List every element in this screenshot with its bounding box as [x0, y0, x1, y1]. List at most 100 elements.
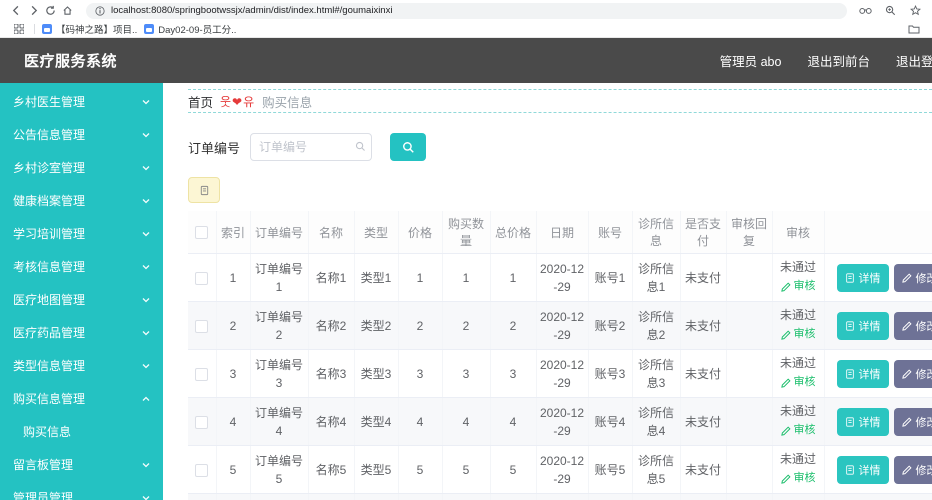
column-header: 操作 [824, 211, 932, 254]
date-cell: 2020-12-29 [536, 398, 588, 446]
row-checkbox[interactable] [195, 368, 208, 381]
order-no-cell: 订单编号4 [250, 398, 308, 446]
sidebar-item[interactable]: 乡村诊室管理 [0, 151, 163, 184]
sidebar-item[interactable]: 医疗地图管理 [0, 283, 163, 316]
bookmarks-bar: 【码神之路】项目.. Day02-09-员工分.. [0, 21, 932, 38]
order-no-label: 订单编号 [188, 138, 240, 157]
folder-icon[interactable] [905, 24, 922, 34]
row-checkbox[interactable] [195, 320, 208, 333]
edit-button[interactable]: 修改 [894, 264, 932, 292]
sidebar-item[interactable]: 留言板管理 [0, 448, 163, 481]
bookmark-item[interactable]: Day02-09-员工分.. [144, 22, 236, 36]
orders-table: 索引订单编号名称类型价格购买数量总价格日期账号诊所信息是否支付审核回复审核操作 … [188, 211, 932, 500]
edit-button[interactable]: 修改 [894, 456, 932, 484]
row-checkbox[interactable] [195, 272, 208, 285]
edit-pencil-icon [781, 474, 791, 484]
sidebar-item[interactable]: 类型信息管理 [0, 349, 163, 382]
bookmark-item[interactable]: 【码神之路】项目.. [42, 22, 137, 36]
row-checkbox[interactable] [195, 416, 208, 429]
clinic-cell: 诊所信息5 [632, 446, 680, 494]
review-reply-cell [726, 350, 772, 398]
app-header: 医疗服务系统 管理员 abo 退出到前台 退出登录 [0, 38, 932, 83]
edit-pencil-icon [781, 282, 791, 292]
sidebar-item-label: 留言板管理 [13, 456, 73, 473]
zoom-icon[interactable] [882, 5, 899, 16]
operations-cell: 详情修改 [824, 398, 932, 446]
bookmark-star-icon[interactable] [907, 5, 924, 16]
sidebar-item[interactable]: 学习培训管理 [0, 217, 163, 250]
name-cell: 名称5 [308, 446, 354, 494]
chevron-up-icon [141, 394, 151, 404]
detail-button[interactable]: 详情 [837, 456, 889, 484]
table-row: 3订单编号3名称3类型33332020-12-29账号3诊所信息3未支付未通过审… [188, 350, 932, 398]
edit-button[interactable]: 修改 [894, 360, 932, 388]
sidebar-item[interactable]: 健康档案管理 [0, 184, 163, 217]
order-no-cell: 订单编号6 [250, 494, 308, 500]
index-cell: 5 [216, 446, 250, 494]
detail-button[interactable]: 详情 [837, 312, 889, 340]
back-icon[interactable] [8, 5, 25, 16]
review-link[interactable]: 审核 [781, 326, 816, 343]
review-reply-cell [726, 302, 772, 350]
apps-grid-icon[interactable] [10, 24, 27, 34]
order-no-input[interactable] [250, 133, 372, 161]
clinic-cell: 诊所信息3 [632, 350, 680, 398]
bookmark-label: 【码神之路】项目.. [56, 22, 137, 36]
chevron-down-icon [141, 328, 151, 338]
detail-button[interactable]: 详情 [837, 408, 889, 436]
name-cell: 名称1 [308, 254, 354, 302]
quantity-cell: 6 [442, 494, 490, 500]
chevron-down-icon [141, 229, 151, 239]
price-cell: 5 [398, 446, 442, 494]
sidebar-item[interactable]: 购买信息管理 [0, 382, 163, 415]
sidebar-item-label: 乡村诊室管理 [13, 159, 85, 176]
sidebar-item-label: 健康档案管理 [13, 192, 85, 209]
quantity-cell: 4 [442, 398, 490, 446]
select-all-checkbox[interactable] [195, 226, 208, 239]
sidebar-item[interactable]: 考核信息管理 [0, 250, 163, 283]
column-header: 审核 [772, 211, 824, 254]
sidebar-item[interactable]: 乡村医生管理 [0, 85, 163, 118]
review-link[interactable]: 审核 [781, 470, 816, 487]
review-link[interactable]: 审核 [781, 278, 816, 295]
refresh-icon[interactable] [42, 5, 59, 16]
quantity-cell: 1 [442, 254, 490, 302]
sidebar-item[interactable]: 医疗药品管理 [0, 316, 163, 349]
paid-status-cell: 未支付 [680, 302, 726, 350]
operations-cell: 详情修改 [824, 494, 932, 500]
add-button[interactable] [188, 177, 220, 203]
sidebar-item-label: 管理员管理 [13, 489, 73, 500]
review-cell: 未通过审核 [772, 254, 824, 302]
clinic-cell: 诊所信息2 [632, 302, 680, 350]
url-text: localhost:8080/springbootwssjx/admin/dis… [111, 5, 392, 16]
browser-navbar: localhost:8080/springbootwssjx/admin/dis… [0, 0, 932, 21]
row-checkbox[interactable] [195, 464, 208, 477]
site-info-icon[interactable] [95, 6, 105, 16]
total-price-cell: 1 [490, 254, 536, 302]
column-header: 类型 [354, 211, 398, 254]
password-manager-icon[interactable] [857, 6, 874, 15]
edit-button[interactable]: 修改 [894, 312, 932, 340]
home-icon[interactable] [59, 5, 76, 16]
detail-button[interactable]: 详情 [837, 264, 889, 292]
url-bar[interactable]: localhost:8080/springbootwssjx/admin/dis… [86, 3, 847, 19]
exit-to-front-link[interactable]: 退出到前台 [807, 51, 870, 70]
pencil-icon [902, 417, 912, 427]
logout-link[interactable]: 退出登录 [896, 51, 932, 70]
search-button[interactable] [390, 133, 426, 161]
pencil-icon [902, 465, 912, 475]
review-link[interactable]: 审核 [781, 374, 816, 391]
chevron-down-icon [141, 361, 151, 371]
sidebar-item[interactable]: 管理员管理 [0, 481, 163, 500]
forward-icon[interactable] [25, 5, 42, 16]
detail-button[interactable]: 详情 [837, 360, 889, 388]
name-cell: 名称6 [308, 494, 354, 500]
review-link[interactable]: 审核 [781, 422, 816, 439]
bookmark-favicon [42, 24, 52, 34]
paid-status-cell: 未支付 [680, 398, 726, 446]
sidebar-item[interactable]: 公告信息管理 [0, 118, 163, 151]
total-price-cell: 6 [490, 494, 536, 500]
sidebar-subitem[interactable]: 购买信息 [0, 415, 163, 448]
edit-button[interactable]: 修改 [894, 408, 932, 436]
breadcrumb-home[interactable]: 首页 [188, 92, 213, 111]
